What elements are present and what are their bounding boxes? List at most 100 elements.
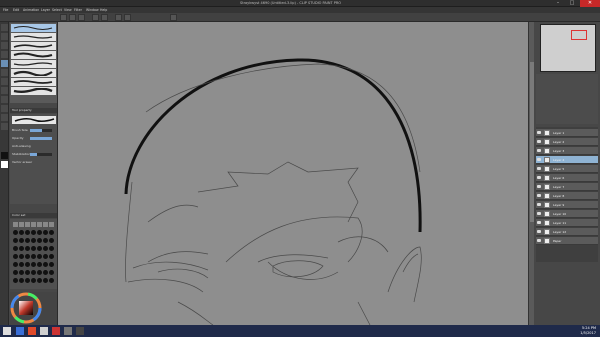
redo-button[interactable] <box>101 14 108 21</box>
color-swatch[interactable] <box>31 222 36 227</box>
menu-view[interactable]: View <box>64 8 72 12</box>
color-swatch[interactable] <box>43 270 48 275</box>
color-swatch[interactable] <box>43 262 48 267</box>
color-swatch[interactable] <box>43 238 48 243</box>
layer-row[interactable]: Layer 3 <box>536 147 598 155</box>
eye-icon[interactable] <box>537 185 541 188</box>
text-tool-icon[interactable] <box>1 114 8 121</box>
color-swatch[interactable] <box>37 246 42 251</box>
color-swatch[interactable] <box>13 246 18 251</box>
layer-row[interactable]: Layer 10 <box>536 210 598 218</box>
sub-color-chip[interactable] <box>1 161 8 168</box>
move-tool-icon[interactable] <box>1 33 8 40</box>
color-swatch[interactable] <box>31 270 36 275</box>
color-swatch[interactable] <box>37 238 42 243</box>
eye-icon[interactable] <box>537 239 541 242</box>
menu-layer[interactable]: Layer <box>41 8 50 12</box>
brush-item[interactable] <box>11 69 56 77</box>
layer-row[interactable]: Layer 2 <box>536 138 598 146</box>
color-swatch[interactable] <box>13 222 18 227</box>
color-swatch[interactable] <box>19 222 24 227</box>
color-swatch[interactable] <box>37 262 42 267</box>
zoom-tool-icon[interactable] <box>1 24 8 31</box>
color-swatch[interactable] <box>49 230 54 235</box>
eye-icon[interactable] <box>537 131 541 134</box>
color-swatch[interactable] <box>49 246 54 251</box>
color-swatch[interactable] <box>31 238 36 243</box>
eye-icon[interactable] <box>537 176 541 179</box>
clear-button[interactable] <box>115 14 122 21</box>
color-swatch[interactable] <box>43 278 48 283</box>
color-swatch[interactable] <box>37 254 42 259</box>
color-swatch[interactable] <box>13 270 18 275</box>
color-swatch[interactable] <box>25 262 30 267</box>
layer-row[interactable]: Layer 5 <box>536 165 598 173</box>
drawing-canvas[interactable] <box>58 22 528 325</box>
fill-tool-icon[interactable] <box>1 105 8 112</box>
color-swatch[interactable] <box>37 230 42 235</box>
save-button[interactable] <box>78 14 85 21</box>
color-swatch[interactable] <box>19 278 24 283</box>
color-swatch[interactable] <box>31 262 36 267</box>
color-swatch[interactable] <box>13 262 18 267</box>
color-swatch[interactable] <box>25 222 30 227</box>
menu-file[interactable]: File <box>3 8 8 12</box>
brush-item[interactable] <box>11 33 56 41</box>
media-app-icon[interactable] <box>28 327 36 335</box>
eye-icon[interactable] <box>537 221 541 224</box>
ruler-tool-icon[interactable] <box>1 123 8 130</box>
folder-app-icon[interactable] <box>76 327 84 335</box>
layer-row[interactable]: Layer 7 <box>536 183 598 191</box>
color-swatch[interactable] <box>19 254 24 259</box>
color-swatch[interactable] <box>13 278 18 283</box>
color-swatch[interactable] <box>31 246 36 251</box>
brush-item[interactable] <box>11 51 56 59</box>
brush-item[interactable] <box>11 87 56 95</box>
menu-window[interactable]: Window <box>86 8 99 12</box>
eraser-tool-icon[interactable] <box>1 96 8 103</box>
clip-studio-app-icon[interactable] <box>40 327 48 335</box>
menu-filter[interactable]: Filter <box>74 8 82 12</box>
menu-animation[interactable]: Animation <box>23 8 39 12</box>
eye-icon[interactable] <box>537 203 541 206</box>
eye-icon[interactable] <box>537 140 541 143</box>
layer-row[interactable]: Layer 6 <box>536 174 598 182</box>
color-swatch[interactable] <box>13 254 18 259</box>
color-swatch[interactable] <box>43 246 48 251</box>
navigator-viewport[interactable] <box>571 30 587 40</box>
record-app-icon[interactable] <box>52 327 60 335</box>
color-swatch[interactable] <box>49 270 54 275</box>
eyedropper-tool-icon[interactable] <box>1 51 8 58</box>
color-swatch[interactable] <box>49 222 54 227</box>
color-swatch[interactable] <box>25 270 30 275</box>
color-swatch[interactable] <box>43 222 48 227</box>
layer-row[interactable]: Layer 12 <box>536 228 598 236</box>
airbrush-tool-icon[interactable] <box>1 87 8 94</box>
eye-icon[interactable] <box>537 158 541 161</box>
eye-icon[interactable] <box>537 212 541 215</box>
color-swatch[interactable] <box>37 222 42 227</box>
color-swatch[interactable] <box>37 270 42 275</box>
brush-tool-icon[interactable] <box>1 78 8 85</box>
color-swatch[interactable] <box>25 254 30 259</box>
eye-icon[interactable] <box>537 167 541 170</box>
color-swatch[interactable] <box>19 246 24 251</box>
pencil-tool-icon[interactable] <box>1 69 8 76</box>
color-wheel[interactable] <box>10 292 57 325</box>
layer-row[interactable]: Layer 1 <box>536 129 598 137</box>
brush-item[interactable] <box>11 60 56 68</box>
pen-tool-icon[interactable] <box>1 60 8 67</box>
new-canvas-button[interactable] <box>60 14 67 21</box>
color-swatch[interactable] <box>19 270 24 275</box>
menu-help[interactable]: Help <box>100 8 107 12</box>
color-swatch[interactable] <box>49 254 54 259</box>
maximize-button[interactable]: □ <box>566 0 578 7</box>
undo-button[interactable] <box>92 14 99 21</box>
navigator-preview[interactable] <box>540 24 596 72</box>
color-swatch[interactable] <box>19 262 24 267</box>
stabilization-slider[interactable] <box>30 153 52 156</box>
start-button-icon[interactable] <box>3 327 11 335</box>
browser-app-icon[interactable] <box>16 327 24 335</box>
brush-item[interactable] <box>11 42 56 50</box>
color-swatch[interactable] <box>25 278 30 283</box>
